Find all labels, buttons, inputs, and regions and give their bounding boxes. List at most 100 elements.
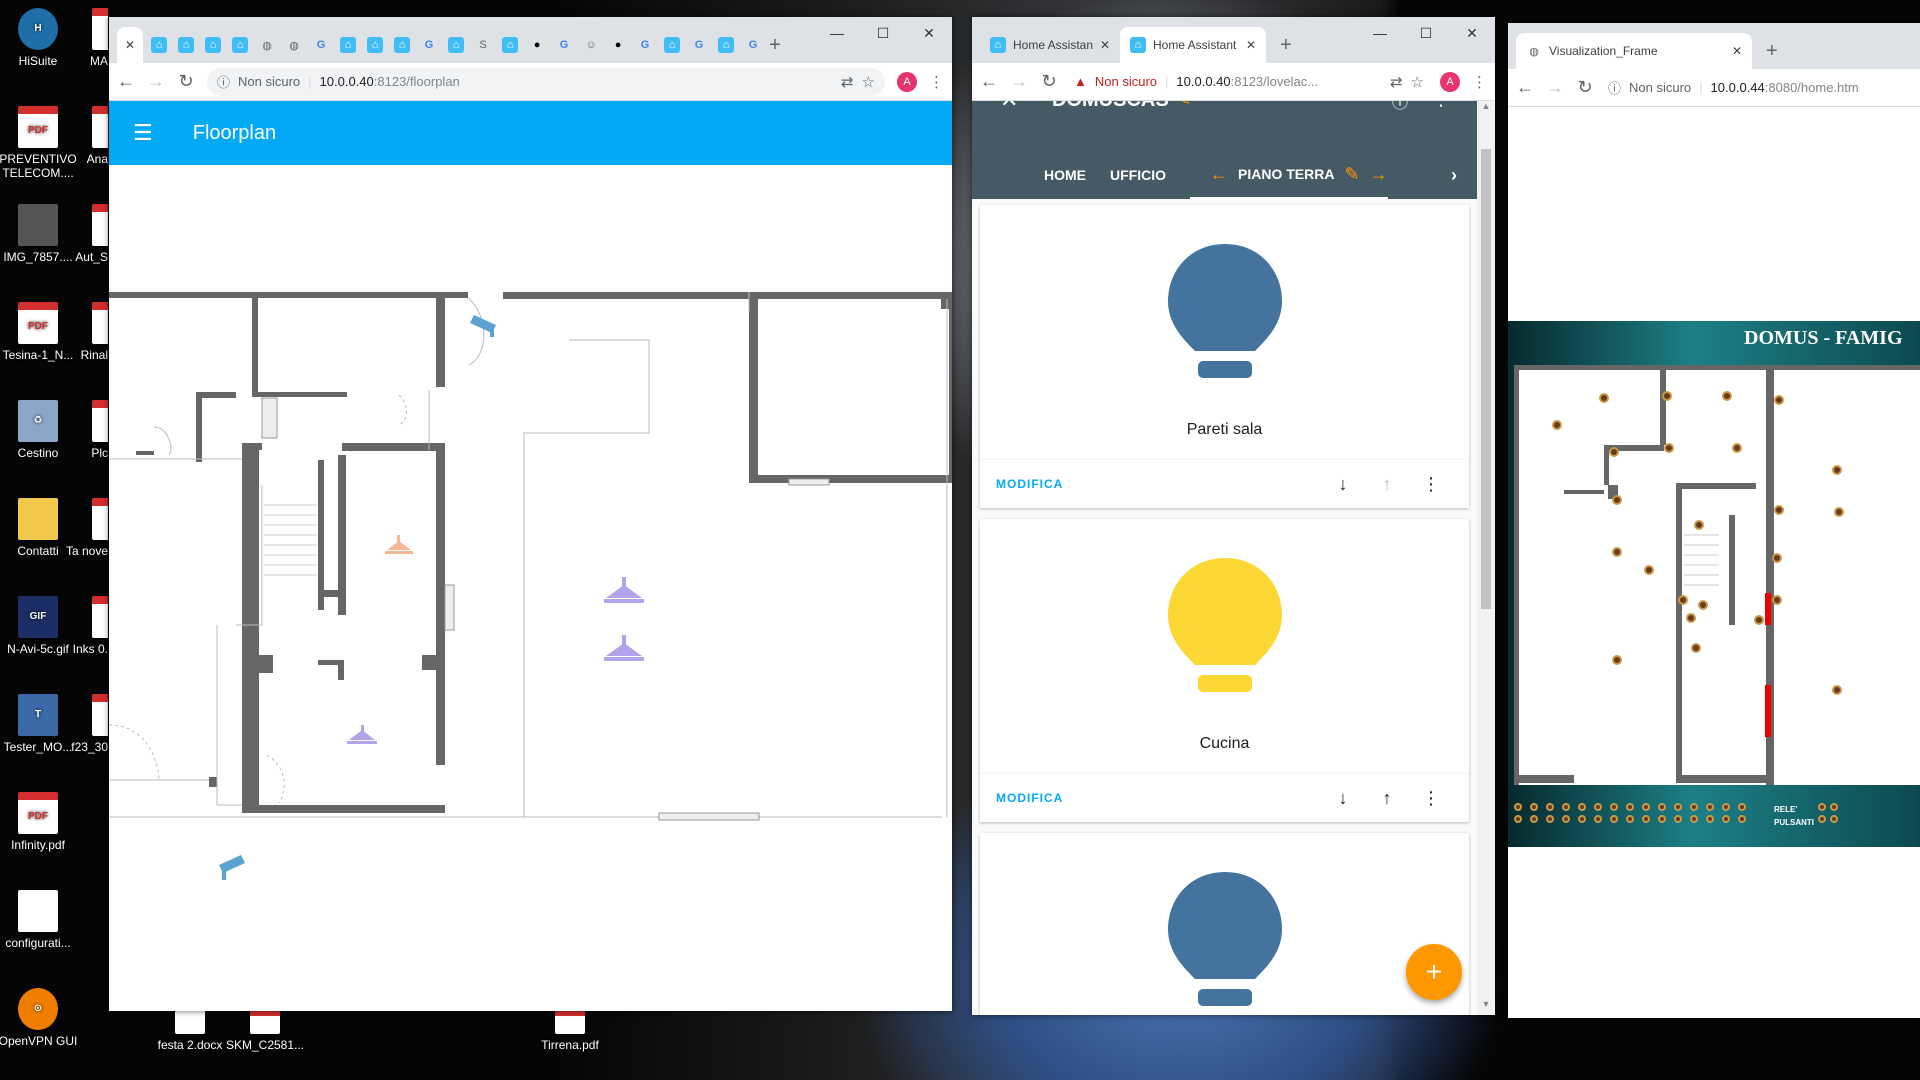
light-point-icon[interactable] — [1832, 465, 1842, 475]
edit-view-icon[interactable]: ✎ — [1344, 164, 1359, 185]
close-tab-icon[interactable]: ✕ — [1246, 38, 1256, 52]
hamburger-menu-icon[interactable]: ☰ — [133, 120, 153, 146]
site-favicon[interactable]: S — [475, 37, 491, 53]
light-point-icon[interactable] — [1552, 420, 1562, 430]
emoji-favicon[interactable]: ☺ — [583, 37, 599, 53]
move-up-icon[interactable]: ↑ — [1365, 788, 1409, 809]
scrollbar-thumb[interactable] — [1481, 149, 1491, 609]
tab-floorplan-active[interactable]: ✕ — [117, 27, 143, 63]
edit-title-icon[interactable]: ✎ — [1176, 101, 1191, 110]
tab-home-assistant-2[interactable]: ⌂ Home Assistant ✕ — [1120, 27, 1266, 63]
home-assistant-favicon[interactable]: ⌂ — [178, 37, 194, 53]
tabs-scroll-right-icon[interactable]: › — [1451, 165, 1457, 186]
home-assistant-favicon[interactable]: ⌂ — [205, 37, 221, 53]
light-point-icon[interactable] — [1774, 395, 1784, 405]
tab-piano-terra[interactable]: ← PIANO TERRA ✎ → — [1190, 151, 1388, 199]
close-edit-icon[interactable]: ✕ — [1000, 101, 1018, 113]
forward-icon[interactable]: → — [1010, 71, 1028, 92]
google-favicon[interactable]: G — [745, 37, 761, 53]
back-icon[interactable]: ← — [1516, 77, 1534, 98]
new-tab-button[interactable]: + — [1266, 27, 1292, 63]
scroll-up-icon[interactable]: ▲ — [1477, 101, 1495, 117]
light-card[interactable]: Cucina — [980, 519, 1469, 775]
address-bar[interactable]: ▲ Non sicuro | 10.0.0.40:8123/lovelac...… — [1070, 68, 1428, 96]
light-point-icon[interactable] — [1612, 547, 1622, 557]
browser-menu-icon[interactable]: ⋮ — [1472, 73, 1487, 91]
move-view-left-icon[interactable]: ← — [1210, 164, 1228, 185]
light-card[interactable]: Pareti sala — [980, 205, 1469, 461]
home-assistant-favicon[interactable]: ⌂ — [340, 37, 356, 53]
profile-avatar[interactable]: A — [1440, 72, 1460, 92]
light-point-icon[interactable] — [1644, 565, 1654, 575]
help-icon[interactable]: ⓘ — [1392, 101, 1408, 113]
light-point-icon[interactable] — [1694, 520, 1704, 530]
home-assistant-favicon[interactable]: ⌂ — [394, 37, 410, 53]
light-point-icon[interactable] — [1599, 393, 1609, 403]
globe-favicon[interactable]: ◍ — [286, 37, 302, 53]
tab-home[interactable]: HOME — [1044, 167, 1086, 183]
reload-icon[interactable]: ↻ — [1040, 71, 1058, 92]
forward-icon[interactable]: → — [1546, 77, 1564, 98]
close-window-icon[interactable]: ✕ — [1449, 17, 1495, 49]
home-assistant-favicon[interactable]: ⌂ — [502, 37, 518, 53]
google-favicon[interactable]: G — [637, 37, 653, 53]
light-point-icon[interactable] — [1754, 615, 1764, 625]
profile-avatar[interactable]: A — [897, 72, 917, 92]
light-point-icon[interactable] — [1662, 391, 1672, 401]
move-down-icon[interactable]: ↓ — [1321, 788, 1365, 809]
card-menu-icon[interactable]: ⋮ — [1409, 474, 1453, 495]
google-favicon[interactable]: G — [313, 37, 329, 53]
light-point-icon[interactable] — [1698, 600, 1708, 610]
new-tab-button[interactable]: + — [761, 27, 781, 63]
desktop-icon[interactable]: Aut_S — [62, 204, 108, 264]
light-icon[interactable] — [347, 725, 377, 744]
translate-icon[interactable]: ⇄ — [1390, 73, 1403, 91]
back-icon[interactable]: ← — [980, 71, 998, 92]
desktop-icon[interactable]: configurati... — [0, 890, 83, 950]
close-tab-icon[interactable]: ✕ — [1100, 38, 1110, 52]
desktop-icon[interactable]: PDFInfinity.pdf — [0, 792, 83, 852]
camera-icon[interactable] — [219, 855, 245, 880]
new-tab-button[interactable]: + — [1752, 33, 1778, 69]
add-card-button[interactable]: + — [1406, 944, 1462, 1000]
move-view-right-icon[interactable]: → — [1370, 164, 1388, 185]
light-icon[interactable] — [604, 635, 644, 661]
light-point-icon[interactable] — [1664, 443, 1674, 453]
tab-visualization-frame[interactable]: ◍ Visualization_Frame ✕ — [1516, 33, 1752, 69]
maximize-icon[interactable]: ☐ — [860, 17, 906, 49]
google-favicon[interactable]: G — [556, 37, 572, 53]
google-favicon[interactable]: G — [421, 37, 437, 53]
light-point-icon[interactable] — [1691, 643, 1701, 653]
desktop-icon[interactable]: Ta nove — [62, 498, 108, 558]
light-card[interactable] — [980, 833, 1469, 1015]
camera-icon[interactable] — [470, 315, 496, 337]
light-point-icon[interactable] — [1832, 685, 1842, 695]
move-up-icon[interactable]: ↑ — [1365, 474, 1409, 495]
light-point-icon[interactable] — [1686, 613, 1696, 623]
desktop-icon[interactable]: ⊙OpenVPN GUI — [0, 988, 83, 1048]
light-point-icon[interactable] — [1678, 595, 1688, 605]
translate-icon[interactable]: ⇄ — [841, 73, 854, 91]
warning-icon[interactable]: ▲ — [1074, 74, 1087, 89]
minimize-icon[interactable]: — — [814, 17, 860, 49]
edit-card-button[interactable]: MODIFICA — [996, 791, 1321, 805]
lightbulb-icon[interactable] — [1165, 239, 1285, 409]
page-scrollbar[interactable]: ▲ ▼ — [1477, 101, 1495, 1015]
back-icon[interactable]: ← — [117, 71, 135, 92]
light-point-icon[interactable] — [1772, 553, 1782, 563]
desktop-icon[interactable]: MA — [62, 8, 108, 68]
move-down-icon[interactable]: ↓ — [1321, 474, 1365, 495]
address-bar[interactable]: ⓘ Non sicuro | 10.0.0.40:8123/floorplan … — [207, 68, 885, 96]
desktop-icon[interactable]: Ana — [62, 106, 108, 166]
browser-menu-icon[interactable]: ⋮ — [929, 73, 944, 91]
home-assistant-favicon[interactable]: ⌂ — [718, 37, 734, 53]
light-point-icon[interactable] — [1834, 507, 1844, 517]
home-assistant-favicon[interactable]: ⌂ — [232, 37, 248, 53]
light-point-icon[interactable] — [1612, 495, 1622, 505]
close-tab-icon[interactable]: ✕ — [125, 38, 135, 52]
maximize-icon[interactable]: ☐ — [1403, 17, 1449, 49]
light-point-icon[interactable] — [1722, 391, 1732, 401]
scroll-down-icon[interactable]: ▼ — [1477, 999, 1495, 1015]
home-assistant-favicon[interactable]: ⌂ — [664, 37, 680, 53]
desktop-icon[interactable]: Inks 0. — [62, 596, 108, 656]
